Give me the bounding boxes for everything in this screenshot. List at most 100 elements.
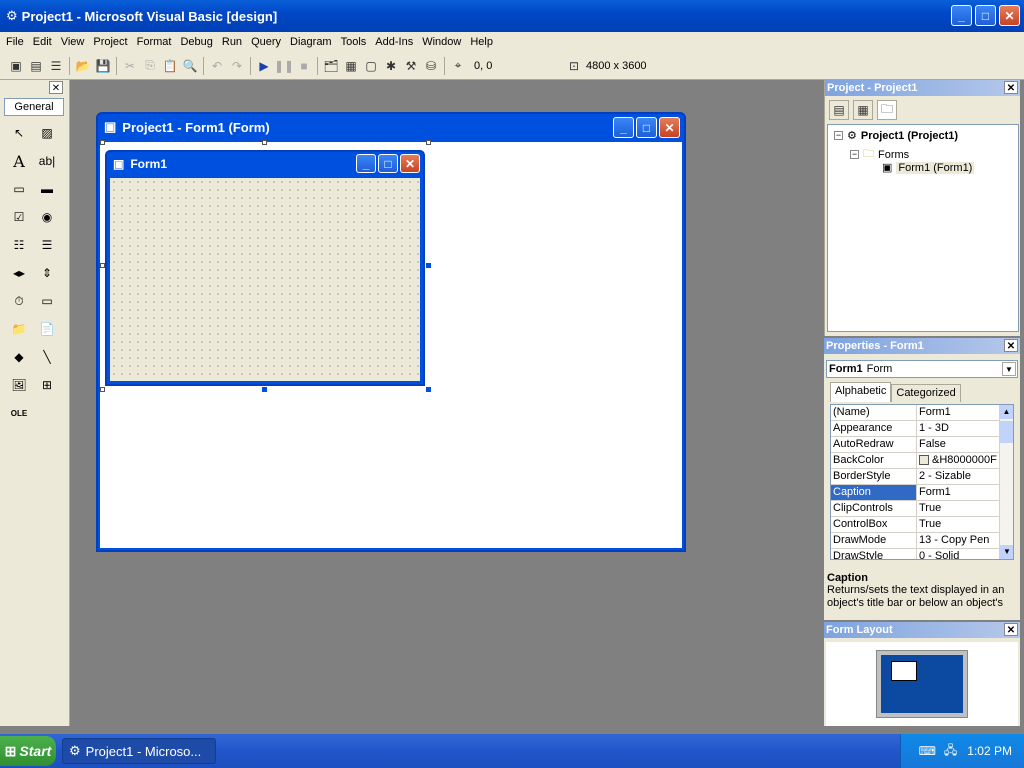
dirlistbox-tool-icon[interactable]: 📁 bbox=[8, 318, 30, 340]
view-object-icon[interactable]: ▦ bbox=[853, 100, 873, 120]
data-tool-icon[interactable]: ⊞ bbox=[36, 374, 58, 396]
property-row[interactable]: Appearance 1 - 3D bbox=[831, 421, 1013, 437]
data-view-icon[interactable]: ⛁ bbox=[421, 56, 441, 76]
form1-grid[interactable] bbox=[110, 178, 420, 381]
find-icon[interactable]: 🔍 bbox=[180, 56, 200, 76]
add-form-icon[interactable]: ▤ bbox=[26, 56, 46, 76]
resize-handle[interactable] bbox=[262, 387, 267, 392]
scroll-up-icon[interactable]: ▲ bbox=[1000, 405, 1013, 419]
property-row-selected[interactable]: Caption Form1 bbox=[831, 485, 1013, 501]
menu-view[interactable]: View bbox=[61, 36, 85, 48]
start-run-icon[interactable]: ▶ bbox=[254, 56, 274, 76]
toggle-folders-icon[interactable]: 🗀 bbox=[877, 100, 897, 120]
shape-tool-icon[interactable]: ◆ bbox=[8, 346, 30, 368]
filelistbox-tool-icon[interactable]: 📄 bbox=[36, 318, 58, 340]
collapse-icon[interactable]: − bbox=[834, 131, 843, 140]
resize-handle[interactable] bbox=[426, 263, 431, 268]
menu-window[interactable]: Window bbox=[422, 36, 461, 48]
properties-close-button[interactable]: ✕ bbox=[1004, 339, 1018, 352]
property-row[interactable]: (Name) Form1 bbox=[831, 405, 1013, 421]
undo-icon[interactable]: ↶ bbox=[207, 56, 227, 76]
property-row[interactable]: ClipControls True bbox=[831, 501, 1013, 517]
tab-alphabetic[interactable]: Alphabetic bbox=[830, 382, 892, 402]
hscrollbar-tool-icon[interactable]: ◂▸ bbox=[8, 262, 30, 284]
paste-icon[interactable]: 📋 bbox=[160, 56, 180, 76]
object-dropdown[interactable]: Form1 Form ▼ bbox=[826, 360, 1018, 378]
pointer-tool-icon[interactable]: ↖ bbox=[8, 122, 30, 144]
redo-icon[interactable]: ↷ bbox=[227, 56, 247, 76]
form1-design-surface[interactable]: ▣ Form1 _ □ ✕ bbox=[105, 150, 425, 386]
drivelistbox-tool-icon[interactable]: ▭ bbox=[36, 290, 58, 312]
property-row[interactable]: DrawMode 13 - Copy Pen bbox=[831, 533, 1013, 549]
properties-window-icon[interactable]: ▦ bbox=[341, 56, 361, 76]
close-button[interactable]: ✕ bbox=[999, 5, 1020, 26]
menu-file[interactable]: File bbox=[6, 36, 24, 48]
frame-tool-icon[interactable]: ▭ bbox=[8, 178, 30, 200]
scroll-thumb[interactable] bbox=[1000, 421, 1013, 443]
maximize-button[interactable]: □ bbox=[975, 5, 996, 26]
property-row[interactable]: DrawStyle 0 - Solid bbox=[831, 549, 1013, 559]
vscrollbar-tool-icon[interactable]: ⇕ bbox=[36, 262, 58, 284]
menu-run[interactable]: Run bbox=[222, 36, 242, 48]
listbox-tool-icon[interactable]: ☰ bbox=[36, 234, 58, 256]
copy-icon[interactable]: ⎘ bbox=[140, 56, 160, 76]
break-icon[interactable]: ❚❚ bbox=[274, 56, 294, 76]
commandbutton-tool-icon[interactable]: ▬ bbox=[36, 178, 58, 200]
clock[interactable]: 1:02 PM bbox=[967, 744, 1012, 758]
property-row[interactable]: AutoRedraw False bbox=[831, 437, 1013, 453]
object-browser-icon[interactable]: ✱ bbox=[381, 56, 401, 76]
minimize-button[interactable]: _ bbox=[951, 5, 972, 26]
picturebox-tool-icon[interactable]: ▨ bbox=[36, 122, 58, 144]
designer-maximize-button[interactable]: □ bbox=[636, 117, 657, 138]
tree-node-project[interactable]: − ⚙ Project1 (Project1) bbox=[834, 129, 958, 142]
menu-diagram[interactable]: Diagram bbox=[290, 36, 332, 48]
ole-tool-icon[interactable]: OLE bbox=[8, 402, 30, 424]
resize-handle[interactable] bbox=[426, 140, 431, 145]
checkbox-tool-icon[interactable]: ☑ bbox=[8, 206, 30, 228]
toolbox-icon[interactable]: ⚒ bbox=[401, 56, 421, 76]
menu-help[interactable]: Help bbox=[470, 36, 493, 48]
network-icon[interactable]: 🖧 bbox=[944, 741, 957, 762]
menu-add-ins[interactable]: Add-Ins bbox=[375, 36, 413, 48]
end-icon[interactable]: ■ bbox=[294, 56, 314, 76]
resize-handle[interactable] bbox=[100, 387, 105, 392]
menu-tools[interactable]: Tools bbox=[341, 36, 367, 48]
title-bar[interactable]: ⚙ Project1 - Microsoft Visual Basic [des… bbox=[0, 0, 1024, 32]
toolbox-tab-general[interactable]: General bbox=[4, 98, 64, 116]
property-row[interactable]: BackColor &H8000000F bbox=[831, 453, 1013, 469]
form-layout-icon[interactable]: ▢ bbox=[361, 56, 381, 76]
resize-handle[interactable] bbox=[426, 387, 431, 392]
open-project-icon[interactable]: 📂 bbox=[73, 56, 93, 76]
form-layout-close-button[interactable]: ✕ bbox=[1004, 623, 1018, 636]
designer-minimize-button[interactable]: _ bbox=[613, 117, 634, 138]
keyboard-icon[interactable]: ⌨ bbox=[919, 744, 936, 758]
textbox-tool-icon[interactable]: ab| bbox=[36, 150, 58, 172]
line-tool-icon[interactable]: ╲ bbox=[36, 346, 58, 368]
scroll-down-icon[interactable]: ▼ bbox=[1000, 545, 1013, 559]
start-button[interactable]: ⊞ Start bbox=[0, 736, 56, 766]
menu-edit[interactable]: Edit bbox=[33, 36, 52, 48]
project-explorer-close-button[interactable]: ✕ bbox=[1004, 81, 1018, 94]
view-code-icon[interactable]: ▤ bbox=[829, 100, 849, 120]
image-tool-icon[interactable]: 🖼 bbox=[8, 374, 30, 396]
cut-icon[interactable]: ✂ bbox=[120, 56, 140, 76]
form-position-preview[interactable] bbox=[891, 661, 917, 681]
resize-handle[interactable] bbox=[262, 140, 267, 145]
designer-close-button[interactable]: ✕ bbox=[659, 117, 680, 138]
resize-handle[interactable] bbox=[100, 140, 105, 145]
toolbox-close-button[interactable]: ✕ bbox=[49, 81, 63, 94]
timer-tool-icon[interactable]: ⏱ bbox=[8, 290, 30, 312]
tab-categorized[interactable]: Categorized bbox=[891, 384, 961, 402]
add-project-icon[interactable]: ▣ bbox=[6, 56, 26, 76]
tree-node-form1[interactable]: ▣ Form1 (Form1) bbox=[882, 161, 975, 174]
chevron-down-icon[interactable]: ▼ bbox=[1002, 362, 1016, 376]
save-project-icon[interactable]: 💾 bbox=[93, 56, 113, 76]
menu-query[interactable]: Query bbox=[251, 36, 281, 48]
property-row[interactable]: ControlBox True bbox=[831, 517, 1013, 533]
menu-debug[interactable]: Debug bbox=[180, 36, 212, 48]
project-explorer-icon[interactable]: 🗂 bbox=[321, 56, 341, 76]
resize-handle[interactable] bbox=[100, 263, 105, 268]
property-row[interactable]: BorderStyle 2 - Sizable bbox=[831, 469, 1013, 485]
property-scrollbar[interactable]: ▲ ▼ bbox=[999, 405, 1013, 559]
label-tool-icon[interactable]: A bbox=[8, 150, 30, 172]
